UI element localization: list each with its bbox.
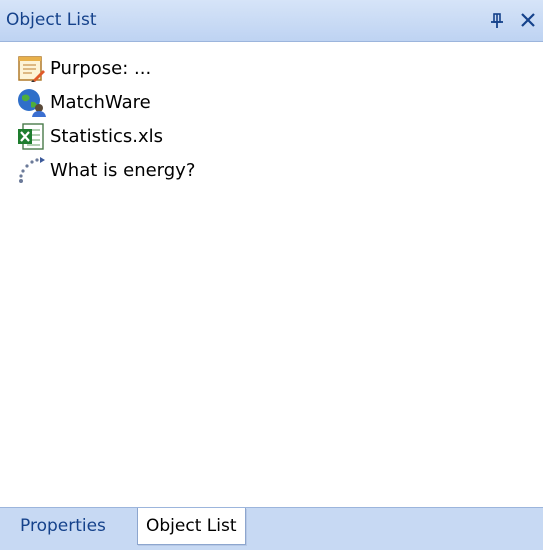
list-item[interactable]: What is energy? [16, 154, 195, 186]
panel-title-bar[interactable]: Object List [0, 0, 543, 42]
object-list-panel: Object List Purpose: ... MatchWare Stati… [0, 0, 543, 550]
list-item-label: MatchWare [50, 91, 151, 113]
list-item-label: Purpose: ... [50, 57, 152, 79]
list-item[interactable]: Statistics.xls [16, 120, 163, 152]
list-item-label: What is energy? [50, 159, 196, 181]
tab-properties[interactable]: Properties [12, 508, 114, 544]
list-item[interactable]: Purpose: ... [16, 52, 151, 84]
list-item-label: Statistics.xls [50, 125, 164, 147]
panel-title: Object List [6, 10, 97, 30]
excel-document-icon [16, 121, 46, 151]
form-document-icon [16, 53, 46, 83]
globe-user-icon [16, 87, 46, 117]
list-item[interactable]: MatchWare [16, 86, 151, 118]
tab-object-list[interactable]: Object List [137, 508, 246, 545]
pin-icon[interactable] [488, 8, 508, 32]
panel-tab-bar: Properties Object List [0, 507, 543, 550]
close-icon[interactable] [517, 8, 539, 32]
dotted-path-icon [16, 155, 46, 185]
object-list: Purpose: ... MatchWare Statistics.xls Wh… [0, 42, 543, 507]
